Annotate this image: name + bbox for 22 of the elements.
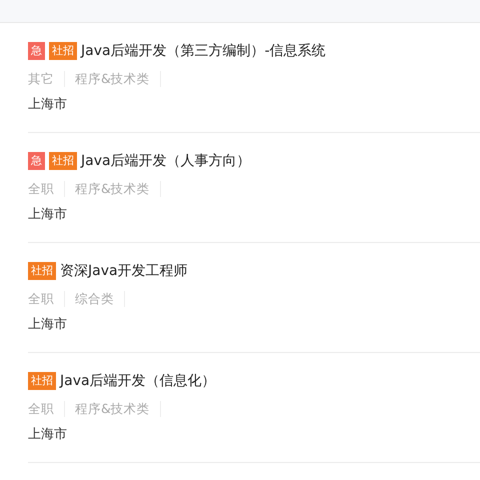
job-location: 上海市 xyxy=(28,316,68,334)
job-category: 其它 xyxy=(28,71,65,87)
job-tag: 急 xyxy=(28,152,45,170)
job-location: 上海市 xyxy=(28,426,68,444)
job-title[interactable]: 资深Java开发工程师 xyxy=(60,262,188,280)
job-category: 综合类 xyxy=(75,291,125,307)
job-title[interactable]: Java后端开发（第三方编制）-信息系统 xyxy=(81,42,326,60)
job-title[interactable]: Java后端开发（人事方向） xyxy=(81,152,251,170)
job-category: 全职 xyxy=(28,181,65,197)
job-category: 全职 xyxy=(28,291,65,307)
job-tag: 社招 xyxy=(28,262,56,280)
job-category: 全职 xyxy=(28,401,65,417)
job-category: 程序&技术类 xyxy=(75,401,161,417)
job-tag: 社招 xyxy=(49,152,77,170)
job-title[interactable]: Java后端开发（信息化） xyxy=(60,372,216,390)
job-tag: 急 xyxy=(28,42,45,60)
job-category: 程序&技术类 xyxy=(75,71,161,87)
job-location: 上海市 xyxy=(28,96,68,114)
job-location: 上海市 xyxy=(28,206,68,224)
job-tag: 社招 xyxy=(28,372,56,390)
job-category: 程序&技术类 xyxy=(75,181,161,197)
job-tag: 社招 xyxy=(49,42,77,60)
